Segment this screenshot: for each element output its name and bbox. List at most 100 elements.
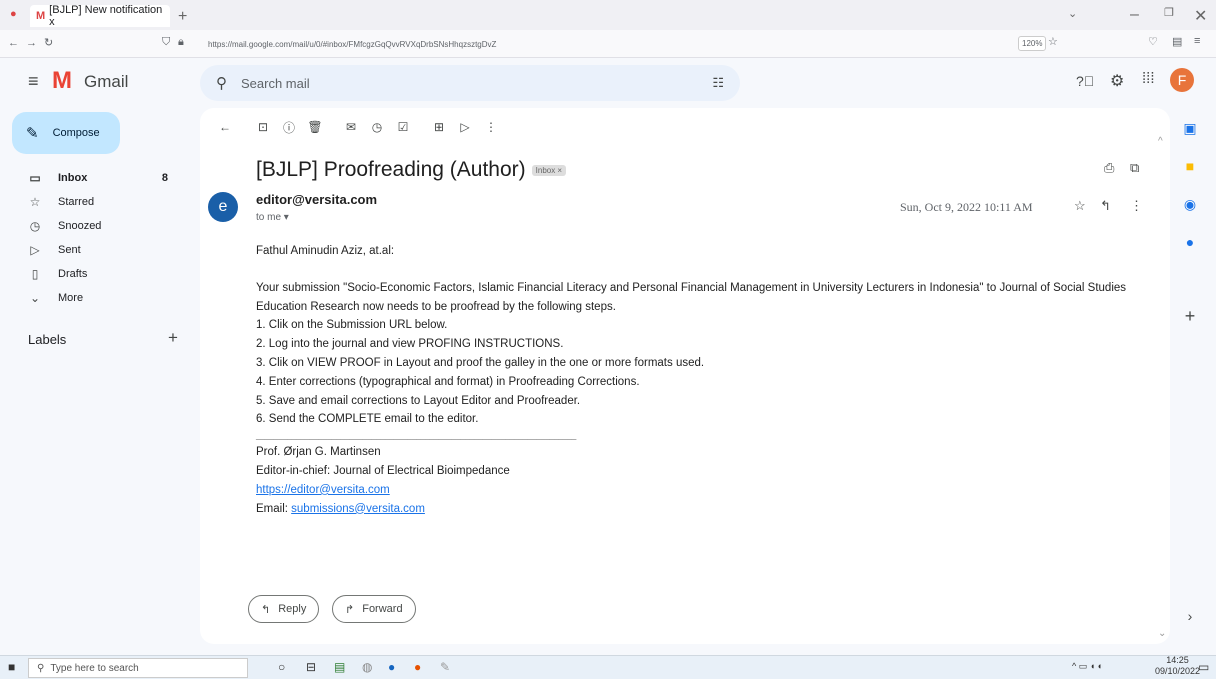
chevron-down-icon: ⌄	[29, 291, 41, 305]
more-options-icon[interactable]: ⋮	[478, 120, 504, 134]
back-to-inbox-icon[interactable]: ←	[212, 120, 238, 134]
firefox-icon[interactable]: ●	[414, 660, 421, 674]
shield-icon[interactable]: ⛉	[162, 36, 170, 49]
app-icon[interactable]: ◍	[362, 660, 372, 674]
inbox-label-chip[interactable]: Inbox ×	[531, 164, 567, 176]
label-icon[interactable]: ▷	[452, 120, 478, 134]
step-item: 6. Send the COMPLETE email to the editor…	[256, 413, 479, 426]
zoom-level[interactable]: 120%	[1018, 36, 1047, 51]
cortana-icon[interactable]: ○	[278, 660, 285, 674]
search-options-icon[interactable]: ☷	[712, 75, 724, 91]
bookmark-star-icon[interactable]: ☆	[1048, 35, 1058, 48]
reply-icon: ↰	[261, 603, 271, 616]
sidebar-item-inbox[interactable]: ▭ Inbox 8	[0, 166, 182, 190]
sidebar-item-starred[interactable]: ☆ Starred	[0, 190, 182, 214]
add-task-icon[interactable]: ☑	[390, 120, 416, 134]
search-input[interactable]: ⚲ Search mail ☷	[200, 65, 740, 101]
unread-count: 8	[161, 172, 168, 184]
search-placeholder: Search mail	[241, 75, 310, 91]
greeting: Fathul Aminudin Aziz, at.al:	[256, 245, 395, 257]
taskbar-search-input[interactable]: ⚲ Type here to search	[28, 658, 248, 678]
lock-icon[interactable]: 🔒︎	[178, 36, 184, 49]
pocket-icon[interactable]: ♡	[1148, 35, 1158, 48]
browser-menu-icon[interactable]: ●	[10, 8, 17, 20]
reload-icon[interactable]: ↻	[44, 36, 53, 49]
forward-icon[interactable]: →	[26, 37, 37, 49]
signature-name: Prof. Ørjan G. Martinsen	[256, 446, 381, 459]
calendar-icon[interactable]: ▣	[1172, 120, 1208, 137]
open-new-window-icon[interactable]: ⧉	[1130, 160, 1139, 176]
paint-icon[interactable]: ✎	[440, 660, 450, 674]
report-spam-icon[interactable]: ⓘ	[276, 119, 302, 136]
sidebar-item-more[interactable]: ⌄ More	[0, 286, 182, 310]
minimize-button[interactable]: –	[1130, 6, 1139, 24]
add-label-button[interactable]: +	[168, 328, 178, 348]
maximize-button[interactable]: ❐	[1164, 6, 1174, 19]
star-icon[interactable]: ☆	[1074, 198, 1086, 214]
move-to-icon[interactable]: ⊞	[426, 120, 452, 134]
compose-button[interactable]: ✎ Compose	[12, 112, 120, 154]
add-addon-icon[interactable]: +	[1172, 306, 1208, 327]
store-icon[interactable]: ▤	[334, 660, 345, 674]
browser-tab[interactable]: M [BJLP] New notification x	[30, 4, 170, 28]
recipient-details[interactable]: to me ▾	[256, 212, 289, 223]
system-tray-icons[interactable]: ^ ▭ ◖ ◐	[1072, 661, 1103, 672]
tab-title: [BJLP] New notification x	[49, 4, 163, 28]
mark-unread-icon[interactable]: ✉	[338, 120, 364, 134]
contacts-icon[interactable]: ●	[1172, 234, 1208, 250]
browser-menu-button[interactable]: ≡	[1194, 35, 1200, 47]
forward-label: Forward	[362, 603, 403, 615]
settings-gear-icon[interactable]: ⚙	[1110, 71, 1124, 91]
signature-divider: ________________________________________…	[256, 431, 577, 441]
gmail-header: ≡ M Gmail ⚲ Search mail ☷ ?⃝ ⚙ ⁞⁞⁞ F	[0, 58, 1216, 108]
gmail-sidebar: ✎ Compose ▭ Inbox 8 ☆ Starred ◷ Snoozed …	[0, 108, 195, 638]
gmail-logo-icon[interactable]: M	[52, 67, 72, 95]
task-view-icon[interactable]: ⊟	[306, 660, 316, 674]
extensions-icon[interactable]: ▤	[1172, 35, 1182, 48]
reply-label: Reply	[278, 603, 307, 615]
sidebar-item-sent[interactable]: ▷ Sent	[0, 238, 182, 262]
account-avatar[interactable]: F	[1170, 68, 1194, 92]
back-icon[interactable]: ←	[8, 37, 19, 49]
search-icon[interactable]: ⚲	[216, 74, 227, 92]
clock[interactable]: 14:25 09/10/2022	[1155, 655, 1200, 677]
reply-icon[interactable]: ↰	[1100, 198, 1111, 214]
notification-icon[interactable]: ▭	[1198, 660, 1209, 674]
sidebar-item-drafts[interactable]: ▯ Drafts	[0, 262, 182, 286]
signature-link[interactable]: https://editor@versita.com	[256, 484, 390, 496]
message-toolbar: ← ⊡ ⓘ 🗑︎ ✉ ◷ ☑ ⊞ ▷ ⋮	[212, 116, 504, 138]
sidebar-item-snoozed[interactable]: ◷ Snoozed	[0, 214, 182, 238]
signature-title: Editor-in-chief: Journal of Electrical B…	[256, 464, 510, 477]
delete-icon[interactable]: 🗑︎	[302, 120, 328, 134]
expand-panel-icon[interactable]: ›	[1172, 608, 1208, 624]
url-bar[interactable]: https://mail.google.com/mail/u/0/#inbox/…	[208, 34, 1088, 54]
edge-icon[interactable]: ●	[388, 660, 395, 674]
reply-button[interactable]: ↰ Reply	[248, 595, 320, 623]
sender-address[interactable]: editor@versita.com	[256, 192, 377, 207]
email-link[interactable]: submissions@versita.com	[291, 503, 425, 515]
forward-icon: ↱	[345, 603, 355, 616]
archive-icon[interactable]: ⊡	[250, 120, 276, 134]
help-icon[interactable]: ?⃝	[1076, 73, 1094, 89]
sidebar-item-label: Snoozed	[58, 220, 102, 232]
scroll-down-icon[interactable]: ⌄	[1158, 628, 1166, 639]
forward-button[interactable]: ↱ Forward	[332, 595, 416, 623]
send-icon: ▷	[30, 243, 40, 257]
gmail-brand[interactable]: Gmail	[84, 72, 128, 92]
main-menu-icon[interactable]: ≡	[28, 71, 39, 92]
snooze-icon[interactable]: ◷	[364, 120, 390, 134]
scroll-up-icon[interactable]: ^	[1158, 136, 1163, 147]
tasks-icon[interactable]: ◉	[1172, 196, 1208, 213]
close-window-button[interactable]: ✕	[1194, 6, 1207, 26]
more-options-icon[interactable]: ⋮	[1130, 198, 1143, 214]
email-subject: [BJLP] Proofreading (Author) Inbox ×	[256, 158, 567, 182]
print-icon[interactable]: ⎙	[1104, 160, 1114, 176]
email-body: Fathul Aminudin Aziz, at.al: Your submis…	[256, 242, 1136, 518]
tab-list-icon[interactable]: ⌄	[1068, 7, 1077, 20]
sender-avatar[interactable]: e	[208, 192, 238, 222]
start-icon[interactable]: ■	[8, 660, 15, 674]
keep-icon[interactable]: ■	[1172, 158, 1208, 174]
os-taskbar: ■ ⚲ Type here to search ○ ⊟ ▤ ◍ ● ● ✎ ^ …	[0, 655, 1216, 679]
apps-grid-icon[interactable]: ⁞⁞⁞	[1142, 70, 1155, 87]
new-tab-button[interactable]: +	[178, 8, 187, 26]
